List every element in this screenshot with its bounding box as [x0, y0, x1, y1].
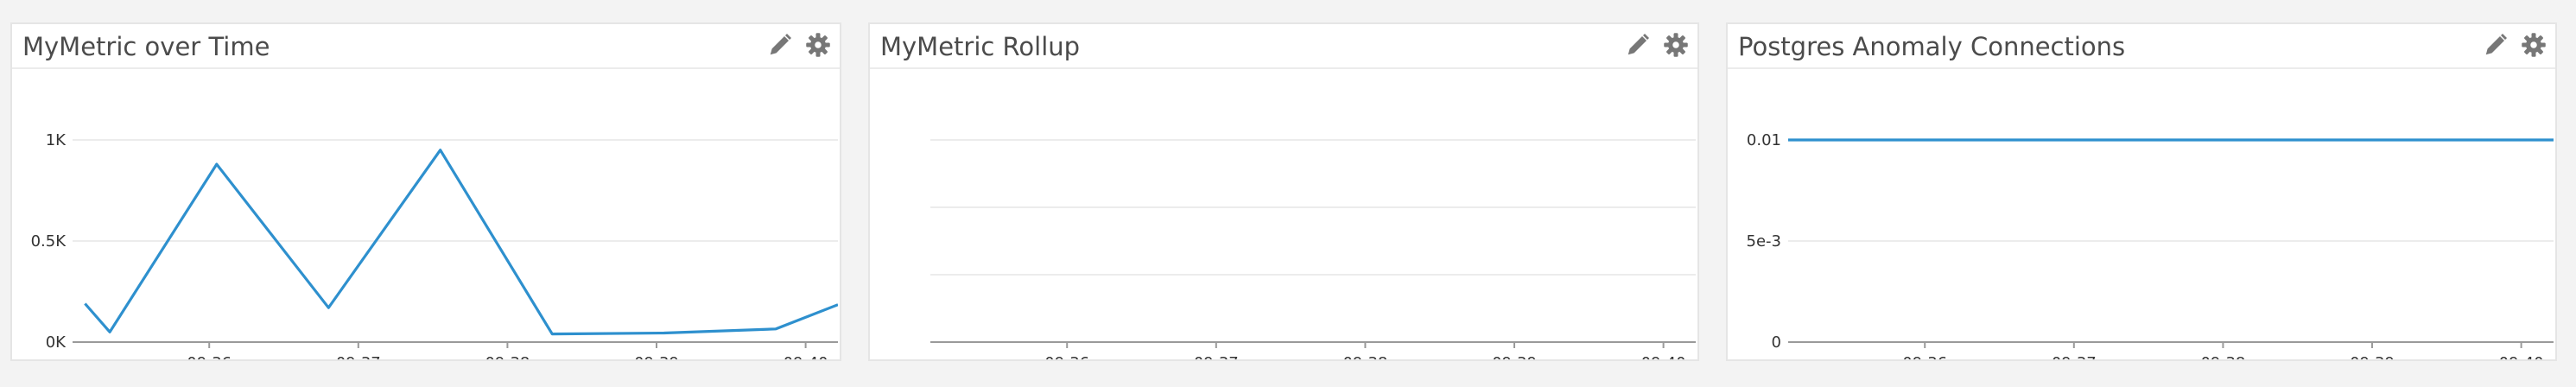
pencil-icon[interactable] — [2483, 32, 2509, 58]
gear-icon[interactable] — [2521, 32, 2547, 58]
chart-mymetric-over-time: 1K 0.5K 0K 09:36 09:37 09:38 09:39 09:40 — [31, 131, 838, 359]
x-tick-label: 09:39 — [1492, 354, 1537, 359]
panel-mymetric-rollup: MyMetric Rollup 09: — [868, 22, 1699, 361]
panel-title: MyMetric over Time — [22, 32, 270, 61]
x-tick-label: 09:38 — [485, 354, 530, 359]
x-tick-label: 09:36 — [1902, 354, 1947, 359]
x-tick-label: 09:36 — [1044, 354, 1089, 359]
x-tick-label: 09:37 — [336, 354, 381, 359]
panel-mymetric-over-time: MyMetric over Time 1K 0.5K 0K — [10, 22, 841, 361]
y-tick-label: 0.01 — [1747, 131, 1781, 149]
panel-title: MyMetric Rollup — [880, 32, 1081, 61]
x-tick-label: 09:37 — [1194, 354, 1239, 359]
panel-header: Postgres Anomaly Connections — [1728, 24, 2555, 69]
x-tick-label: 09:38 — [2200, 354, 2245, 359]
pencil-icon[interactable] — [767, 32, 793, 58]
y-tick-label: 5e-3 — [1747, 232, 1781, 251]
y-tick-label: 0 — [1772, 333, 1781, 352]
gear-icon[interactable] — [1663, 32, 1689, 58]
y-tick-label: 1K — [46, 131, 67, 149]
x-tick-label: 09:39 — [2350, 354, 2395, 359]
x-tick-label: 09:39 — [634, 354, 679, 359]
x-tick-label: 09:40 — [784, 354, 828, 359]
pencil-icon[interactable] — [1625, 32, 1651, 58]
x-tick-label: 09:40 — [2499, 354, 2544, 359]
x-tick-label: 09:37 — [2052, 354, 2097, 359]
panel-postgres-anomaly-connections: Postgres Anomaly Connections 0.01 5e-3 0 — [1726, 22, 2557, 361]
x-tick-label: 09:38 — [1342, 354, 1387, 359]
x-tick-label: 09:36 — [187, 354, 232, 359]
y-tick-label: 0.5K — [31, 232, 67, 251]
gear-icon[interactable] — [805, 32, 831, 58]
chart-postgres-anomaly-connections: 0.01 5e-3 0 09:36 09:37 09:38 09:39 09:40 — [1747, 131, 2554, 359]
panel-header: MyMetric Rollup — [870, 24, 1697, 69]
series-line — [84, 149, 838, 336]
x-tick-label: 09:40 — [1641, 354, 1686, 359]
chart-mymetric-rollup: 09:36 09:37 09:38 09:39 09:40 — [930, 139, 1696, 359]
y-tick-label: 0K — [46, 333, 67, 352]
panel-title: Postgres Anomaly Connections — [1738, 32, 2126, 61]
panel-header: MyMetric over Time — [12, 24, 840, 69]
